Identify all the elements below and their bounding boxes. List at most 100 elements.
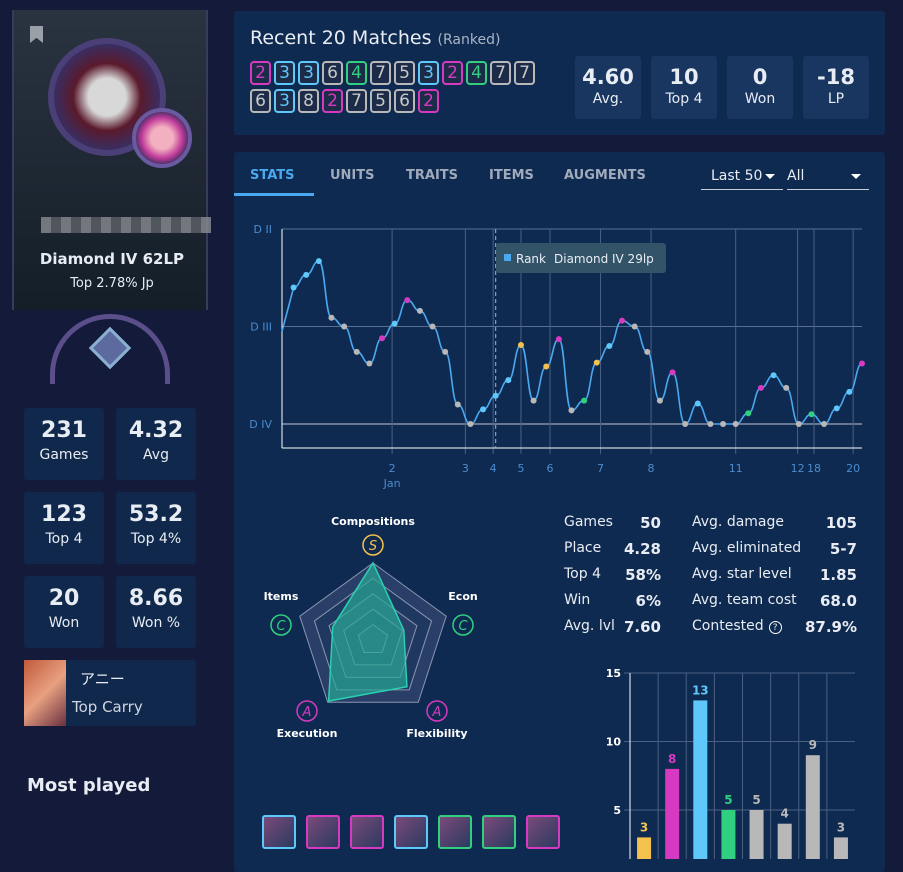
y-tick-label: 10 xyxy=(606,736,622,749)
rank-point[interactable] xyxy=(416,307,423,314)
rank-point[interactable] xyxy=(619,317,626,324)
tooltip-value: Diamond IV 29lp xyxy=(554,252,654,266)
placement-bar[interactable] xyxy=(665,768,680,859)
placement-chip[interactable]: 3 xyxy=(418,61,439,85)
rank-point[interactable] xyxy=(757,384,764,391)
placement-chip[interactable]: 2 xyxy=(442,61,463,85)
placement-chip[interactable]: 2 xyxy=(322,89,343,113)
rank-point[interactable] xyxy=(530,397,537,404)
unit-icon[interactable] xyxy=(262,815,296,849)
bar-value-label: 5 xyxy=(752,793,760,807)
rank-point[interactable] xyxy=(821,421,828,427)
rank-point[interactable] xyxy=(517,342,524,349)
rank-point[interactable] xyxy=(732,421,739,427)
rank-point[interactable] xyxy=(593,359,600,366)
rank-point[interactable] xyxy=(795,421,802,427)
placement-bar[interactable] xyxy=(693,700,708,859)
placement-chip[interactable]: 8 xyxy=(298,89,319,113)
placement-chip[interactable]: 6 xyxy=(394,89,415,113)
placement-bar[interactable] xyxy=(833,837,848,859)
rank-point[interactable] xyxy=(404,297,411,304)
rank-point[interactable] xyxy=(656,397,663,404)
range-select[interactable]: Last 50 xyxy=(701,164,783,190)
rank-point[interactable] xyxy=(341,323,348,330)
placement-chip[interactable]: 3 xyxy=(274,61,295,85)
placement-chip[interactable]: 4 xyxy=(346,61,367,85)
tab-augments[interactable]: AUGMENTS xyxy=(564,168,646,183)
rank-point[interactable] xyxy=(606,343,613,349)
rank-point[interactable] xyxy=(720,421,727,427)
rank-point[interactable] xyxy=(543,363,550,370)
rank-point[interactable] xyxy=(846,388,853,395)
rank-point[interactable] xyxy=(707,421,714,427)
rank-point[interactable] xyxy=(682,421,689,427)
radar-axis-label: Execution xyxy=(277,727,338,740)
rank-point[interactable] xyxy=(555,336,562,343)
rank-point[interactable] xyxy=(631,323,638,330)
placement-chip[interactable]: 7 xyxy=(514,61,535,85)
rank-point[interactable] xyxy=(454,401,461,408)
placement-chip[interactable]: 7 xyxy=(490,61,511,85)
stat-label: Top 4 xyxy=(564,566,601,582)
summary-label: Won xyxy=(744,91,776,107)
rank-point[interactable] xyxy=(467,421,474,427)
rank-point[interactable] xyxy=(694,400,701,407)
rank-point[interactable] xyxy=(581,397,588,404)
rank-point[interactable] xyxy=(669,369,676,376)
rank-point[interactable] xyxy=(480,406,487,413)
rank-point[interactable] xyxy=(783,384,790,391)
rank-point[interactable] xyxy=(429,323,436,330)
placement-chip[interactable]: 2 xyxy=(418,89,439,113)
placement-chip[interactable]: 6 xyxy=(322,61,343,85)
unit-icon[interactable] xyxy=(306,815,340,849)
top-carry-card[interactable]: アニー Top Carry xyxy=(24,660,196,726)
placement-chip[interactable]: 3 xyxy=(298,61,319,85)
unit-icon[interactable] xyxy=(438,815,472,849)
rank-point[interactable] xyxy=(568,407,575,414)
tab-items[interactable]: ITEMS xyxy=(489,168,534,183)
rank-point[interactable] xyxy=(859,360,865,367)
rank-point[interactable] xyxy=(315,258,322,265)
placement-bar[interactable] xyxy=(805,755,820,859)
rank-point[interactable] xyxy=(442,348,449,355)
x-tick-label: 2 xyxy=(389,462,396,475)
rank-point[interactable] xyxy=(391,320,398,327)
placement-chip[interactable]: 7 xyxy=(346,89,367,113)
tab-stats[interactable]: STATS xyxy=(250,168,295,183)
unit-icon[interactable] xyxy=(394,815,428,849)
rank-point[interactable] xyxy=(379,335,386,342)
rank-point[interactable] xyxy=(770,372,777,379)
bookmark-icon[interactable] xyxy=(30,26,43,43)
rank-point[interactable] xyxy=(290,284,297,291)
placement-bar[interactable] xyxy=(721,810,736,859)
rank-point[interactable] xyxy=(644,348,651,355)
rank-point[interactable] xyxy=(505,377,512,384)
rank-point[interactable] xyxy=(808,411,815,418)
mode-select[interactable]: All xyxy=(787,164,869,190)
placement-chip[interactable]: 3 xyxy=(274,89,295,113)
rank-point[interactable] xyxy=(328,314,335,321)
rank-point[interactable] xyxy=(833,405,840,412)
unit-icon[interactable] xyxy=(526,815,560,849)
help-icon[interactable]: ? xyxy=(768,621,782,634)
placement-chip[interactable]: 7 xyxy=(370,61,391,85)
unit-icon[interactable] xyxy=(482,815,516,849)
rank-point[interactable] xyxy=(303,271,310,278)
placement-chip[interactable]: 2 xyxy=(250,61,271,85)
placement-bar[interactable] xyxy=(777,823,792,859)
placement-chip[interactable]: 6 xyxy=(250,89,271,113)
unit-icon[interactable] xyxy=(350,815,384,849)
profile-stat: 53.2 Top 4% xyxy=(116,492,196,564)
stat-label: Avg xyxy=(143,447,169,463)
placement-chip[interactable]: 5 xyxy=(394,61,415,85)
placement-chip[interactable]: 5 xyxy=(370,89,391,113)
tab-traits[interactable]: TRAITS xyxy=(406,168,458,183)
placement-bar[interactable] xyxy=(749,810,764,859)
rank-point[interactable] xyxy=(353,348,360,355)
rank-point[interactable] xyxy=(745,410,752,417)
placement-chip[interactable]: 4 xyxy=(466,61,487,85)
rank-point[interactable] xyxy=(366,360,373,367)
placement-bar[interactable] xyxy=(637,837,652,859)
rank-point[interactable] xyxy=(492,392,499,399)
tab-units[interactable]: UNITS xyxy=(330,168,375,183)
